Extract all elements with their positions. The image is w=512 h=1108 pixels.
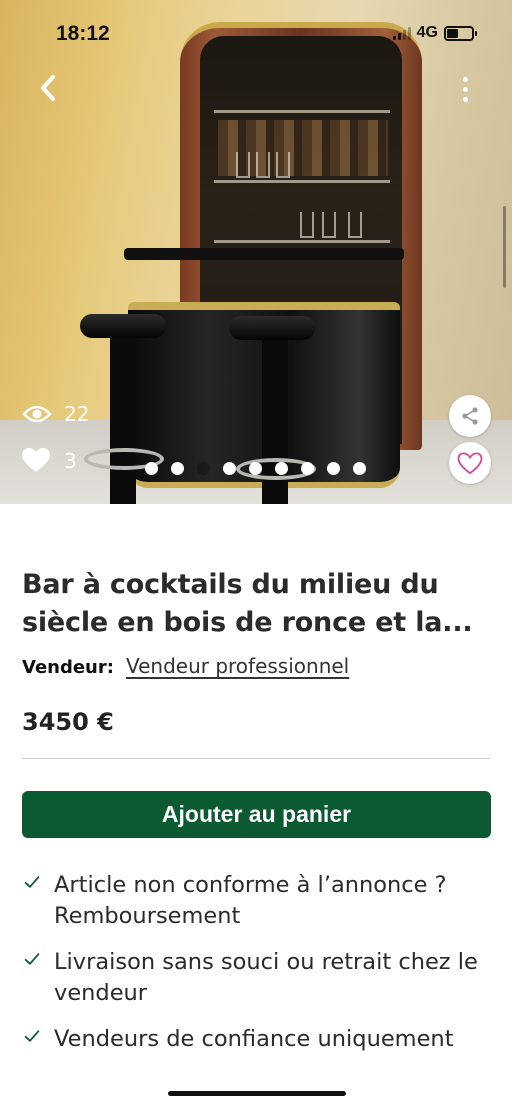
favorite-button[interactable] [449, 442, 491, 484]
likes-count: 3 [64, 448, 77, 473]
share-button[interactable] [449, 395, 491, 437]
views-count: 22 [64, 402, 90, 426]
feature-item: Article non conforme à l’annonce ? Rembo… [22, 870, 492, 932]
feature-text: Vendeurs de confiance uniquement [54, 1026, 454, 1052]
feature-text: Livraison sans souci ou retrait chez le … [54, 949, 478, 1006]
check-icon [24, 953, 40, 965]
more-options-button[interactable] [452, 72, 478, 106]
status-indicators: 4G [392, 24, 477, 42]
feature-item: Livraison sans souci ou retrait chez le … [22, 947, 492, 1009]
photo-stool-seat [80, 314, 166, 338]
carousel-dot[interactable] [223, 462, 236, 475]
add-to-cart-button[interactable]: Ajouter au panier [22, 791, 491, 838]
more-vertical-icon [462, 76, 468, 82]
feature-item: Vendeurs de confiance uniquement [22, 1024, 492, 1055]
carousel-dot[interactable] [275, 462, 288, 475]
photo-shelf [214, 180, 390, 183]
photo-glass [276, 152, 290, 178]
product-image[interactable] [0, 0, 512, 504]
carousel-dot[interactable] [327, 462, 340, 475]
photo-stool-leg [110, 330, 136, 504]
photo-shelf [214, 240, 390, 243]
features-list: Article non conforme à l’annonce ? Rembo… [22, 870, 492, 1070]
seller-link[interactable]: Vendeur professionnel [126, 654, 349, 678]
photo-glass [256, 152, 270, 178]
heart-icon [22, 448, 50, 472]
photo-countertop [124, 248, 404, 260]
photo-glass [300, 212, 314, 238]
carousel-dot[interactable] [171, 462, 184, 475]
heart-outline-icon [457, 451, 483, 474]
carousel-dot[interactable] [249, 462, 262, 475]
battery-icon [444, 25, 477, 41]
signal-icon [392, 26, 411, 40]
carousel-indicator[interactable] [145, 462, 366, 475]
product-title: Bar à cocktails du milieu du siècle en b… [22, 569, 473, 638]
share-icon [462, 407, 478, 425]
check-icon [24, 1030, 40, 1042]
photo-glass [348, 212, 362, 238]
divider [22, 758, 490, 759]
back-arrow-icon [41, 75, 55, 101]
scrollbar-thumb[interactable] [503, 206, 506, 288]
likes-counter: 3 [22, 448, 77, 473]
photo-glass [322, 212, 336, 238]
status-time: 18:12 [56, 22, 110, 45]
carousel-dot[interactable] [197, 462, 210, 475]
check-icon [24, 876, 40, 888]
views-counter: 22 [22, 402, 89, 426]
back-button[interactable] [30, 70, 66, 106]
photo-shelf [214, 110, 390, 113]
product-price: 3450 € [22, 708, 114, 736]
seller-label: Vendeur: [22, 657, 114, 678]
home-indicator[interactable] [168, 1091, 346, 1096]
carousel-dot[interactable] [353, 462, 366, 475]
seller-info: Vendeur: Vendeur professionnel [22, 654, 349, 678]
carousel-dot[interactable] [301, 462, 314, 475]
network-type: 4G [416, 24, 438, 41]
feature-text: Article non conforme à l’annonce ? Rembo… [54, 872, 447, 929]
photo-glass [236, 152, 250, 178]
photo-stool-seat [229, 316, 315, 340]
eye-icon [22, 405, 52, 423]
carousel-dot[interactable] [145, 462, 158, 475]
